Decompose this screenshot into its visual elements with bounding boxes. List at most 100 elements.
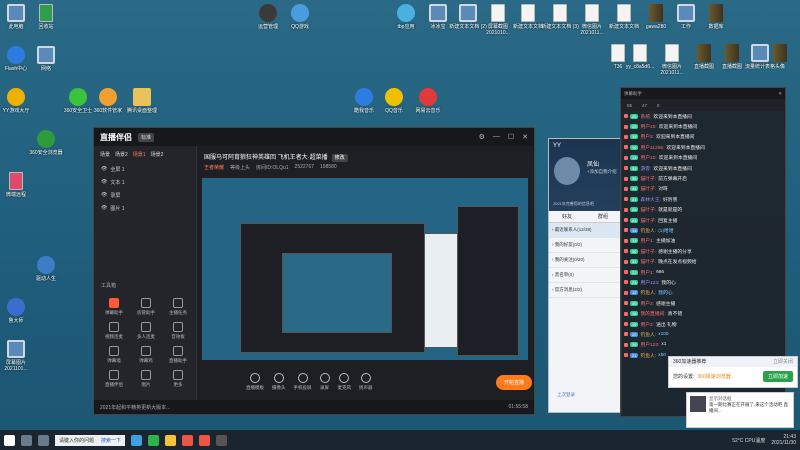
- username[interactable]: 用户10:: [640, 154, 656, 161]
- desktop-icon[interactable]: 网络: [26, 46, 66, 72]
- danmaku-message[interactable]: 13 用户1: 主播加油: [621, 236, 785, 246]
- accelerate-button[interactable]: 立即加速: [762, 371, 793, 382]
- folder-icon[interactable]: [165, 434, 176, 446]
- desktop-icon[interactable]: 腾讯桌面整理: [122, 88, 162, 114]
- control-button-3[interactable]: 录屏: [319, 373, 330, 391]
- danmaku-message[interactable]: 32 游客: 欢迎来到本直播间: [621, 163, 785, 173]
- control-button-0[interactable]: 直播模板: [246, 373, 264, 391]
- username[interactable]: 游客:: [640, 165, 651, 172]
- username[interactable]: 我的直播间:: [640, 310, 665, 317]
- username[interactable]: 用户123:: [640, 279, 659, 286]
- tool-3[interactable]: 视频连麦: [98, 322, 130, 340]
- contact-group[interactable]: › 最近联系人(12/38): [549, 223, 621, 238]
- avatar[interactable]: [554, 157, 580, 185]
- tool-5[interactable]: 音效板: [162, 322, 194, 340]
- danmaku-message[interactable]: 21 森林大王: 好厉害: [621, 194, 785, 204]
- desktop-icon[interactable]: YY游戏大厅: [0, 88, 36, 114]
- username[interactable]: 钓鱼人:: [640, 331, 656, 338]
- desktop-icon[interactable]: 头像: [760, 44, 800, 70]
- tab-scene[interactable]: 场景: [100, 151, 110, 158]
- source-item[interactable]: 👁 全屏 1: [94, 163, 196, 176]
- danmaku-message[interactable]: 24 猫叶子: 回复主播: [621, 215, 785, 225]
- username[interactable]: 用户123:: [640, 341, 659, 348]
- username[interactable]: 钓鱼人:: [640, 289, 656, 296]
- danmaku-message[interactable]: 10 用户11256: 欢迎来到本直播间: [621, 142, 785, 152]
- source-item[interactable]: 👁 录屏: [94, 189, 196, 202]
- danmaku-message[interactable]: 19 用户2: 送出 礼物: [621, 319, 785, 329]
- contact-group[interactable]: › 黑名单(0): [549, 268, 621, 283]
- eye-icon[interactable]: 👁: [101, 205, 107, 212]
- tool-4[interactable]: 多人连麦: [130, 322, 162, 340]
- contact-group[interactable]: › 官方消息(2/2): [549, 283, 621, 298]
- tool-10[interactable]: 图片: [130, 370, 162, 388]
- danmaku-message[interactable]: 30 用户2: 感谢主播: [621, 298, 785, 308]
- eye-icon[interactable]: 👁: [101, 179, 107, 186]
- danmaku-message[interactable]: 25 系统: 欢迎来到本直播间: [621, 111, 785, 121]
- live-app-icon[interactable]: [216, 434, 227, 446]
- tool-6[interactable]: 弹幕墙: [98, 346, 130, 364]
- tool-0[interactable]: 弹幕助手: [98, 298, 130, 316]
- category-tag[interactable]: 王者荣耀: [204, 164, 224, 171]
- desktop-icon[interactable]: 网易云音乐: [408, 88, 448, 114]
- danmaku-message[interactable]: 24 猫叶子: 就是就是的: [621, 205, 785, 215]
- username[interactable]: 猫叶子:: [640, 258, 656, 265]
- clock[interactable]: 21:43 2021/11/30: [771, 434, 796, 446]
- username[interactable]: 用户2:: [640, 321, 654, 328]
- username[interactable]: 用户2:: [640, 133, 654, 140]
- danmaku-message[interactable]: 15 用户2: 欢迎来到本直播间: [621, 132, 785, 142]
- danmaku-message[interactable]: 30 猫叶子: 感谢主播的分享: [621, 246, 785, 256]
- username[interactable]: 用户1:: [640, 237, 654, 244]
- desktop-icon[interactable]: QQ游戏: [280, 4, 320, 30]
- username[interactable]: 猫叶子:: [640, 206, 656, 213]
- danmaku-message[interactable]: 36 猫叶子: 前方弹幕开启: [621, 173, 785, 183]
- tool-11[interactable]: 更多: [162, 370, 194, 388]
- edit-title-button[interactable]: 修改: [331, 154, 348, 162]
- desktop-icon[interactable]: 360安全浏览器: [26, 130, 66, 156]
- username[interactable]: 用户1:: [640, 269, 654, 276]
- control-button-2[interactable]: 手机投屏: [294, 373, 312, 391]
- danmaku-message[interactable]: 25 用户10: 欢迎来到本直播间: [621, 121, 785, 131]
- browser-icon[interactable]: [131, 434, 142, 446]
- tab-scene-2[interactable]: 场景2: [115, 151, 128, 158]
- username[interactable]: 猫叶子:: [640, 185, 656, 192]
- danmaku-message[interactable]: 20 钓鱼人: x100: [621, 329, 785, 339]
- username[interactable]: 钓鱼人:: [640, 227, 656, 234]
- desktop-icon[interactable]: 驱动人生: [26, 256, 66, 282]
- task-view-icon[interactable]: [38, 434, 49, 446]
- desktop-icon[interactable]: 数据库: [696, 4, 736, 30]
- app-icon[interactable]: [199, 434, 210, 446]
- username[interactable]: 猫叶子:: [640, 248, 656, 255]
- contact-group[interactable]: › 我的关注(0/20): [549, 253, 621, 268]
- search-icon[interactable]: [21, 434, 32, 446]
- danmaku-message[interactable]: 23 用户123: 我的心: [621, 277, 785, 287]
- desktop-icon[interactable]: 回收站: [26, 4, 66, 30]
- username[interactable]: 用户10:: [640, 123, 656, 130]
- danmaku-message[interactable]: 15 我的直播间: 真不错: [621, 308, 785, 318]
- minimize-icon[interactable]: —: [493, 133, 500, 141]
- tab-scene-1[interactable]: 场景1: [133, 151, 146, 158]
- stream-title[interactable]: 国服马可阿育狼狂神英雄回 飞机王者大·超菜播 修改: [204, 152, 348, 162]
- tab-friends[interactable]: 好友: [549, 211, 585, 222]
- eye-icon[interactable]: 👁: [101, 166, 107, 173]
- search-button[interactable]: 搜索一下: [101, 437, 121, 444]
- desktop-icon[interactable]: 微端远程: [0, 172, 36, 198]
- source-item[interactable]: 👁 图片 1: [94, 202, 196, 215]
- username[interactable]: 钓鱼人:: [640, 352, 656, 359]
- settings-icon[interactable]: ⚙: [479, 133, 485, 141]
- danmaku-message[interactable]: 12 钓鱼人: 我的心: [621, 288, 785, 298]
- danmaku-message[interactable]: 13 用户10: 欢迎来到本直播间: [621, 153, 785, 163]
- desktop-icon[interactable]: 屏幕图片 2021101...: [0, 340, 36, 372]
- control-button-4[interactable]: 麦克风: [338, 373, 351, 391]
- tool-2[interactable]: 主播任务: [162, 298, 194, 316]
- source-item[interactable]: 👁 文本 1: [94, 176, 196, 189]
- notice-text[interactable]: 2021年起和平精英更新大版本...: [100, 404, 170, 411]
- app-icon[interactable]: [182, 434, 193, 446]
- danmaku-message[interactable]: 14 钓鱼人: (1)哈哈: [621, 225, 785, 235]
- username[interactable]: 森林大王:: [640, 196, 661, 203]
- tab-scene-3[interactable]: 场景2: [151, 151, 164, 158]
- windows-start-icon[interactable]: [4, 434, 15, 446]
- danmaku-message[interactable]: 34 猫叶子: 对呀: [621, 184, 785, 194]
- username[interactable]: 猫叶子:: [640, 217, 656, 224]
- contact-group[interactable]: › 我的好友(0/2): [549, 238, 621, 253]
- last-login-link[interactable]: 上次登录: [557, 392, 575, 398]
